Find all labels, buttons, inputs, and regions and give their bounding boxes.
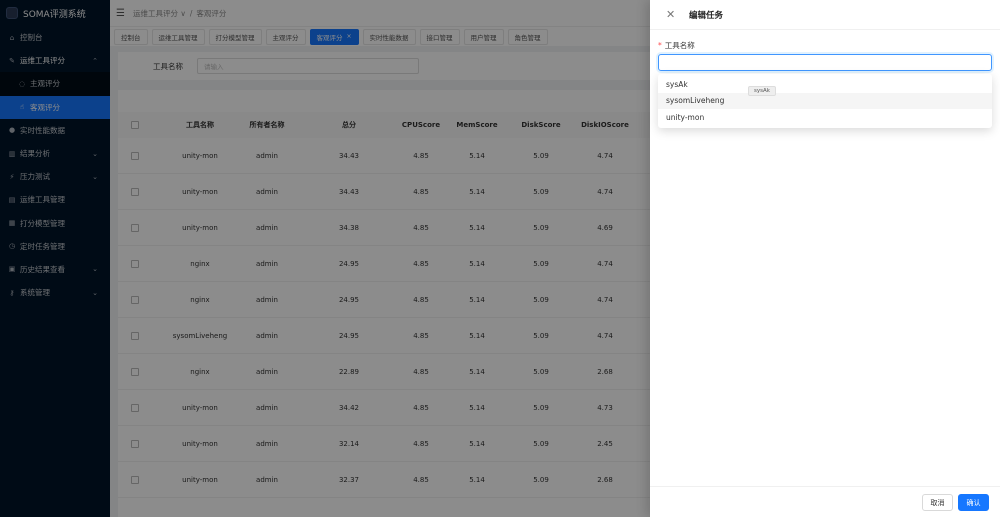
dropdown-option[interactable]: sysomLiveheng [658, 92, 992, 109]
modal-mask[interactable] [0, 0, 650, 517]
field-label-text: 工具名称 [664, 41, 695, 50]
cancel-button[interactable]: 取消 [922, 494, 953, 511]
drawer-title: 编辑任务 [689, 10, 724, 21]
dropdown-option[interactable]: sysAk [658, 76, 992, 93]
required-mark: * [658, 41, 662, 50]
drawer-header: ✕ 编辑任务 [650, 0, 1000, 30]
option-tooltip: sysAk [748, 86, 776, 96]
tool-name-select[interactable] [658, 54, 992, 71]
tool-name-dropdown: sysAk sysomLiveheng unity-mon [658, 74, 992, 128]
drawer-footer: 取消 确认 [650, 486, 1000, 517]
tool-name-label: * 工具名称 [658, 40, 695, 51]
dropdown-option[interactable]: unity-mon [658, 109, 992, 126]
confirm-button[interactable]: 确认 [958, 494, 989, 511]
edit-task-drawer: ✕ 编辑任务 * 工具名称 sysAk sysomLiveheng unity-m… [650, 0, 1000, 517]
close-icon[interactable]: ✕ [666, 8, 676, 21]
